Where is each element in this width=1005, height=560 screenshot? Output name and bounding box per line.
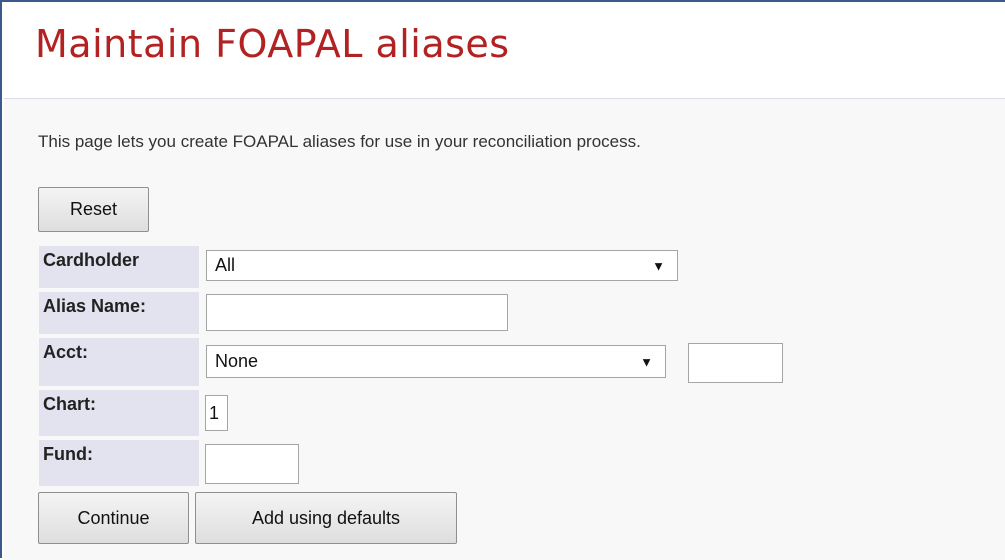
- alias-name-input[interactable]: [206, 294, 508, 331]
- intro-text: This page lets you create FOAPAL aliases…: [38, 132, 641, 151]
- chevron-down-icon: ▼: [640, 354, 653, 369]
- add-using-defaults-button[interactable]: Add using defaults: [195, 492, 457, 544]
- acct-select-value: None: [215, 351, 259, 371]
- fund-label: Fund:: [39, 440, 199, 486]
- cardholder-select-value: All: [215, 255, 236, 275]
- chart-input[interactable]: 1: [205, 395, 228, 431]
- fund-input[interactable]: [205, 444, 299, 484]
- chart-label: Chart:: [39, 390, 199, 436]
- acct-select[interactable]: None ▼: [206, 345, 666, 378]
- cardholder-select[interactable]: All ▼: [206, 250, 678, 281]
- acct-code-input[interactable]: [688, 343, 783, 383]
- acct-label: Acct:: [39, 338, 199, 386]
- cardholder-label: Cardholder: [39, 246, 199, 288]
- alias-name-label: Alias Name:: [39, 292, 199, 334]
- page-title: Maintain FOAPAL aliases: [35, 22, 510, 66]
- title-bar: Maintain FOAPAL aliases: [4, 4, 1005, 99]
- chevron-down-icon: ▼: [652, 258, 665, 273]
- reset-button[interactable]: Reset: [38, 187, 149, 232]
- continue-button[interactable]: Continue: [38, 492, 189, 544]
